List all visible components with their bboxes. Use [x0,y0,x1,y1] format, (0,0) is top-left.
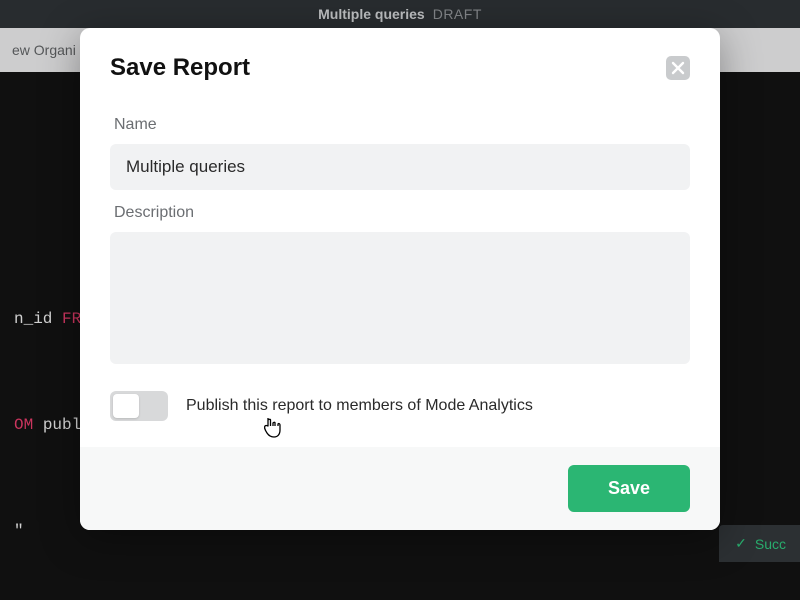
dialog-title: Save Report [110,54,250,82]
description-input[interactable] [110,232,690,364]
description-label: Description [114,204,690,222]
save-report-dialog: Save Report Name Description Publish thi… [80,28,720,530]
publish-toggle[interactable] [110,391,168,421]
toggle-knob [113,394,139,418]
name-label: Name [114,116,690,134]
close-button[interactable] [666,56,690,80]
close-icon [671,61,685,75]
cursor-icon [262,417,282,439]
publish-label: Publish this report to members of Mode A… [186,397,533,415]
name-input[interactable] [110,144,690,190]
save-button[interactable]: Save [568,465,690,512]
